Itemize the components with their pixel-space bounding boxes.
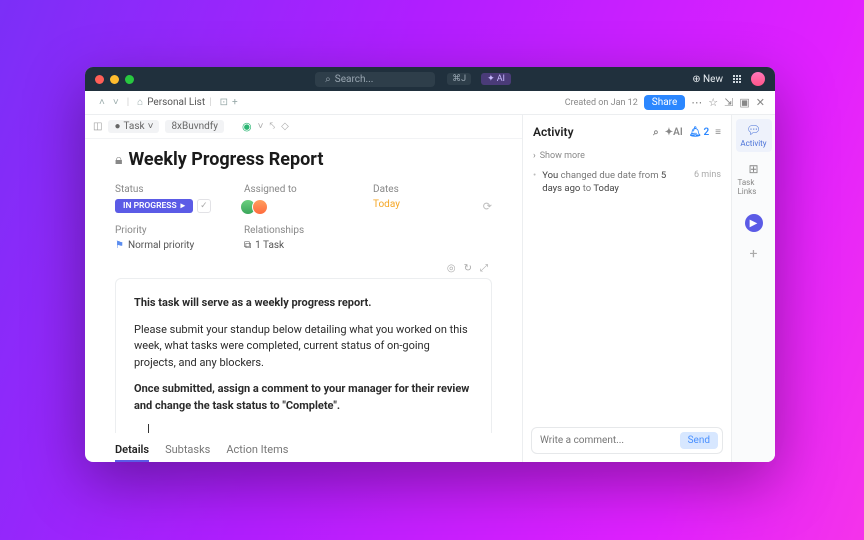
history-icon[interactable]: ↻ (464, 263, 472, 274)
breadcrumb-bar: ˄ ˅ | ⌂ Personal List | ⊡ + Created on J… (85, 91, 775, 115)
lock-icon: 🔒︎ (115, 152, 122, 168)
task-toolbar: ◫ ● Task ˅ 8xBuvndfy ◉ ˅ ⤣ ◇ (85, 115, 522, 139)
relationships-label: Relationships (244, 225, 363, 236)
desc-p2: Please submit your standup below detaili… (134, 322, 473, 372)
due-date[interactable]: Today (373, 199, 400, 210)
window-zoom-dot[interactable] (125, 75, 134, 84)
rail-app-icon[interactable]: ▶ (745, 214, 763, 232)
main-panel: ◫ ● Task ˅ 8xBuvndfy ◉ ˅ ⤣ ◇ 🔒︎ Weekly P… (85, 115, 523, 462)
collapse-panel-icon[interactable]: ▣ (739, 96, 749, 109)
rail-task-links-button[interactable]: ⊞ Task Links (736, 158, 772, 200)
close-icon[interactable]: ✕ (756, 96, 765, 109)
visibility-icon[interactable]: ◎ (447, 263, 456, 274)
activity-time: 6 mins (694, 169, 721, 196)
text-cursor (134, 424, 473, 433)
status-ok-icon[interactable]: ◉ (242, 120, 252, 133)
activity-ai-icon[interactable]: ✦AI (665, 127, 683, 138)
search-placeholder: Search... (335, 74, 374, 85)
relationships-value[interactable]: ⧉1 Task (244, 240, 363, 251)
archive-icon[interactable]: ⇲ (724, 96, 733, 109)
chat-icon: 💬︎ (746, 123, 761, 137)
tab-subtasks[interactable]: Subtasks (165, 443, 210, 462)
activity-item: • You changed due date from 5 days ago t… (533, 167, 721, 198)
right-rail: 💬︎ Activity ⊞ Task Links ▶ + (731, 115, 775, 462)
collapse-up-icon[interactable]: ˄ (95, 97, 109, 108)
tab-action-items[interactable]: Action Items (226, 443, 288, 462)
expand-icon[interactable]: ⤢ (480, 263, 488, 274)
priority-label: Priority (115, 225, 234, 236)
send-button[interactable]: Send (680, 432, 718, 449)
new-button[interactable]: ⊕ New (692, 74, 723, 85)
status-pill[interactable]: IN PROGRESS▸ (115, 199, 193, 213)
ai-pill[interactable]: ✦AI (481, 73, 511, 85)
dates-label: Dates (373, 184, 492, 195)
status-label: Status (115, 184, 234, 195)
task-type-chip[interactable]: ● Task ˅ (108, 120, 159, 133)
relation-icon: ⧉ (244, 240, 251, 251)
tab-details[interactable]: Details (115, 443, 149, 462)
more-menu-icon[interactable]: ⋯ (691, 96, 702, 109)
sync-icon[interactable]: ⟳ (483, 200, 492, 213)
task-id-chip[interactable]: 8xBuvndfy (165, 120, 224, 133)
flag-icon: ⚑ (115, 240, 124, 251)
activity-heading: Activity (533, 125, 574, 139)
global-search[interactable]: ⌕ Search... (315, 72, 435, 87)
breadcrumb-list[interactable]: Personal List (147, 97, 205, 108)
collapse-down-icon[interactable]: ˅ (109, 97, 123, 108)
breadcrumb-add-icon[interactable]: ⊡ (220, 97, 228, 108)
activity-search-icon[interactable]: ⌕ (653, 127, 659, 138)
avatar[interactable] (252, 199, 268, 215)
window-close-dot[interactable] (95, 75, 104, 84)
status-next-button[interactable]: ✓ (197, 199, 211, 213)
tag-icon[interactable]: ◇ (281, 121, 289, 132)
sidebar-toggle-icon[interactable]: ◫ (93, 121, 102, 132)
assigned-label: Assigned to (244, 184, 363, 195)
chevron-right-icon: › (533, 151, 536, 161)
titlebar: ⌕ Search... ⌘J ✦AI ⊕ New (85, 67, 775, 91)
desc-p3: Once submitted, assign a comment to your… (134, 382, 469, 412)
activity-filter-icon[interactable]: ≡ (715, 127, 721, 138)
notification-badge[interactable]: 🔔︎2 (689, 127, 709, 138)
created-date: Created on Jan 12 (565, 98, 638, 108)
window-minimize-dot[interactable] (110, 75, 119, 84)
favorite-icon[interactable]: ☆ (708, 96, 718, 109)
plus-square-icon: ⊞ (748, 162, 758, 176)
priority-value[interactable]: ⚑Normal priority (115, 240, 234, 251)
comment-input[interactable] (540, 435, 674, 446)
description-card[interactable]: This task will serve as a weekly progres… (115, 278, 492, 433)
activity-panel: Activity ⌕ ✦AI 🔔︎2 ≡ ›Show more • You ch… (523, 115, 731, 462)
home-icon[interactable]: ⌂ (137, 97, 143, 108)
assignee-avatars[interactable] (244, 199, 363, 215)
page-title[interactable]: Weekly Progress Report (128, 149, 323, 170)
show-more-link[interactable]: ›Show more (533, 149, 721, 167)
search-shortcut: ⌘J (447, 73, 471, 85)
rail-add-button[interactable]: + (750, 246, 758, 262)
app-window: ⌕ Search... ⌘J ✦AI ⊕ New ˄ ˅ | ⌂ Persona… (85, 67, 775, 462)
user-avatar[interactable] (751, 72, 765, 86)
comment-composer[interactable]: Send (531, 427, 723, 454)
apps-grid-icon[interactable] (733, 75, 741, 83)
share-button[interactable]: Share (644, 95, 685, 110)
task-tabs: Details Subtasks Action Items (85, 433, 522, 462)
status-caret-icon[interactable]: ˅ (258, 121, 264, 132)
search-icon: ⌕ (325, 74, 331, 85)
breadcrumb-plus-icon[interactable]: + (232, 97, 238, 108)
desc-p1: This task will serve as a weekly progres… (134, 296, 371, 309)
link-icon[interactable]: ⤣ (269, 121, 275, 132)
rail-activity-button[interactable]: 💬︎ Activity (736, 119, 772, 152)
